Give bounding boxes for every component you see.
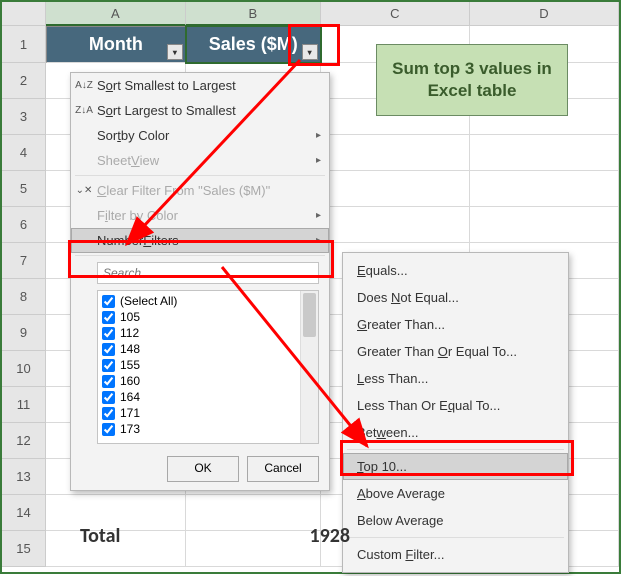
greater-equal-item[interactable]: Greater Than Or Equal To...: [343, 338, 568, 365]
row-header-4[interactable]: 4: [2, 135, 46, 171]
filter-context-menu: A↓ZSort Smallest to Largest Z↓ASort Larg…: [70, 72, 330, 491]
row-header-1[interactable]: 1: [2, 26, 46, 63]
check-item[interactable]: 155: [102, 357, 314, 373]
row-header-15[interactable]: 15: [2, 531, 46, 567]
check-item[interactable]: 105: [102, 309, 314, 325]
filter-list-scrollbar[interactable]: [300, 291, 318, 443]
less-equal-item[interactable]: Less Than Or Equal To...: [343, 392, 568, 419]
row-header-14[interactable]: 14: [2, 495, 46, 531]
clear-filter-icon: ⌄✕: [75, 182, 93, 198]
filter-dropdown-month[interactable]: ▾: [167, 44, 183, 60]
col-header-D[interactable]: D: [470, 2, 619, 26]
sort-desc-item[interactable]: Z↓ASort Largest to Smallest: [71, 98, 329, 123]
chevron-right-icon: ▸: [316, 235, 321, 246]
row-header-5[interactable]: 5: [2, 171, 46, 207]
table-header-month-label: Month: [89, 34, 143, 54]
select-all-corner[interactable]: [2, 2, 46, 26]
col-header-A[interactable]: A: [46, 2, 186, 26]
annotation-note: Sum top 3 values in Excel table: [376, 44, 568, 116]
totals-row: Total 1928: [52, 524, 378, 548]
sort-asc-icon: A↓Z: [75, 77, 93, 93]
chevron-right-icon: ▸: [316, 210, 321, 221]
between-item[interactable]: Between...: [343, 419, 568, 446]
check-item[interactable]: 148: [102, 341, 314, 357]
row-header-10[interactable]: 10: [2, 351, 46, 387]
check-item[interactable]: 164: [102, 389, 314, 405]
filter-search-input[interactable]: [97, 262, 319, 284]
totals-label: Total: [80, 524, 120, 548]
table-header-month[interactable]: Month ▾: [46, 26, 186, 63]
row-header-3[interactable]: 3: [2, 99, 46, 135]
greater-than-item[interactable]: Greater Than...: [343, 311, 568, 338]
filter-dropdown-sales[interactable]: ▾: [302, 44, 318, 60]
col-header-B[interactable]: B: [186, 2, 321, 26]
table-header-sales-label: Sales ($M): [209, 34, 298, 54]
check-item[interactable]: 112: [102, 325, 314, 341]
row-header-2[interactable]: 2: [2, 63, 46, 99]
totals-value: 1928: [309, 524, 350, 548]
not-equal-item[interactable]: Does Not Equal...: [343, 284, 568, 311]
check-item[interactable]: 173: [102, 421, 314, 437]
equals-item[interactable]: Equals...: [343, 257, 568, 284]
sheet-view-item: Sheet View▸: [71, 148, 329, 173]
chevron-right-icon: ▸: [316, 130, 321, 141]
row-header-8[interactable]: 8: [2, 279, 46, 315]
clear-filter-item: ⌄✕Clear Filter From "Sales ($M)": [71, 178, 329, 203]
row-header-13[interactable]: 13: [2, 459, 46, 495]
sort-by-color-item[interactable]: Sort by Color▸: [71, 123, 329, 148]
above-average-item[interactable]: Above Average: [343, 480, 568, 507]
row-header-7[interactable]: 7: [2, 243, 46, 279]
less-than-item[interactable]: Less Than...: [343, 365, 568, 392]
sort-desc-icon: Z↓A: [75, 102, 93, 118]
chevron-right-icon: ▸: [316, 155, 321, 166]
top-10-item[interactable]: Top 10...: [343, 453, 568, 480]
sort-asc-item[interactable]: A↓ZSort Smallest to Largest: [71, 73, 329, 98]
cancel-button[interactable]: Cancel: [247, 456, 319, 482]
row-header-9[interactable]: 9: [2, 315, 46, 351]
row-header-12[interactable]: 12: [2, 423, 46, 459]
filter-values-list[interactable]: (Select All) 105 112 148 155 160 164 171…: [97, 290, 319, 444]
check-select-all[interactable]: (Select All): [102, 293, 314, 309]
col-header-C[interactable]: C: [321, 2, 470, 26]
table-header-sales[interactable]: Sales ($M)▾: [186, 26, 321, 63]
filter-search-row: [71, 258, 329, 288]
check-item[interactable]: 171: [102, 405, 314, 421]
check-item[interactable]: 160: [102, 373, 314, 389]
row-header-6[interactable]: 6: [2, 207, 46, 243]
filter-by-color-item: Filter by Color▸: [71, 203, 329, 228]
row-header-11[interactable]: 11: [2, 387, 46, 423]
ok-button[interactable]: OK: [167, 456, 239, 482]
number-filters-item[interactable]: Number Filters▸: [71, 228, 329, 253]
